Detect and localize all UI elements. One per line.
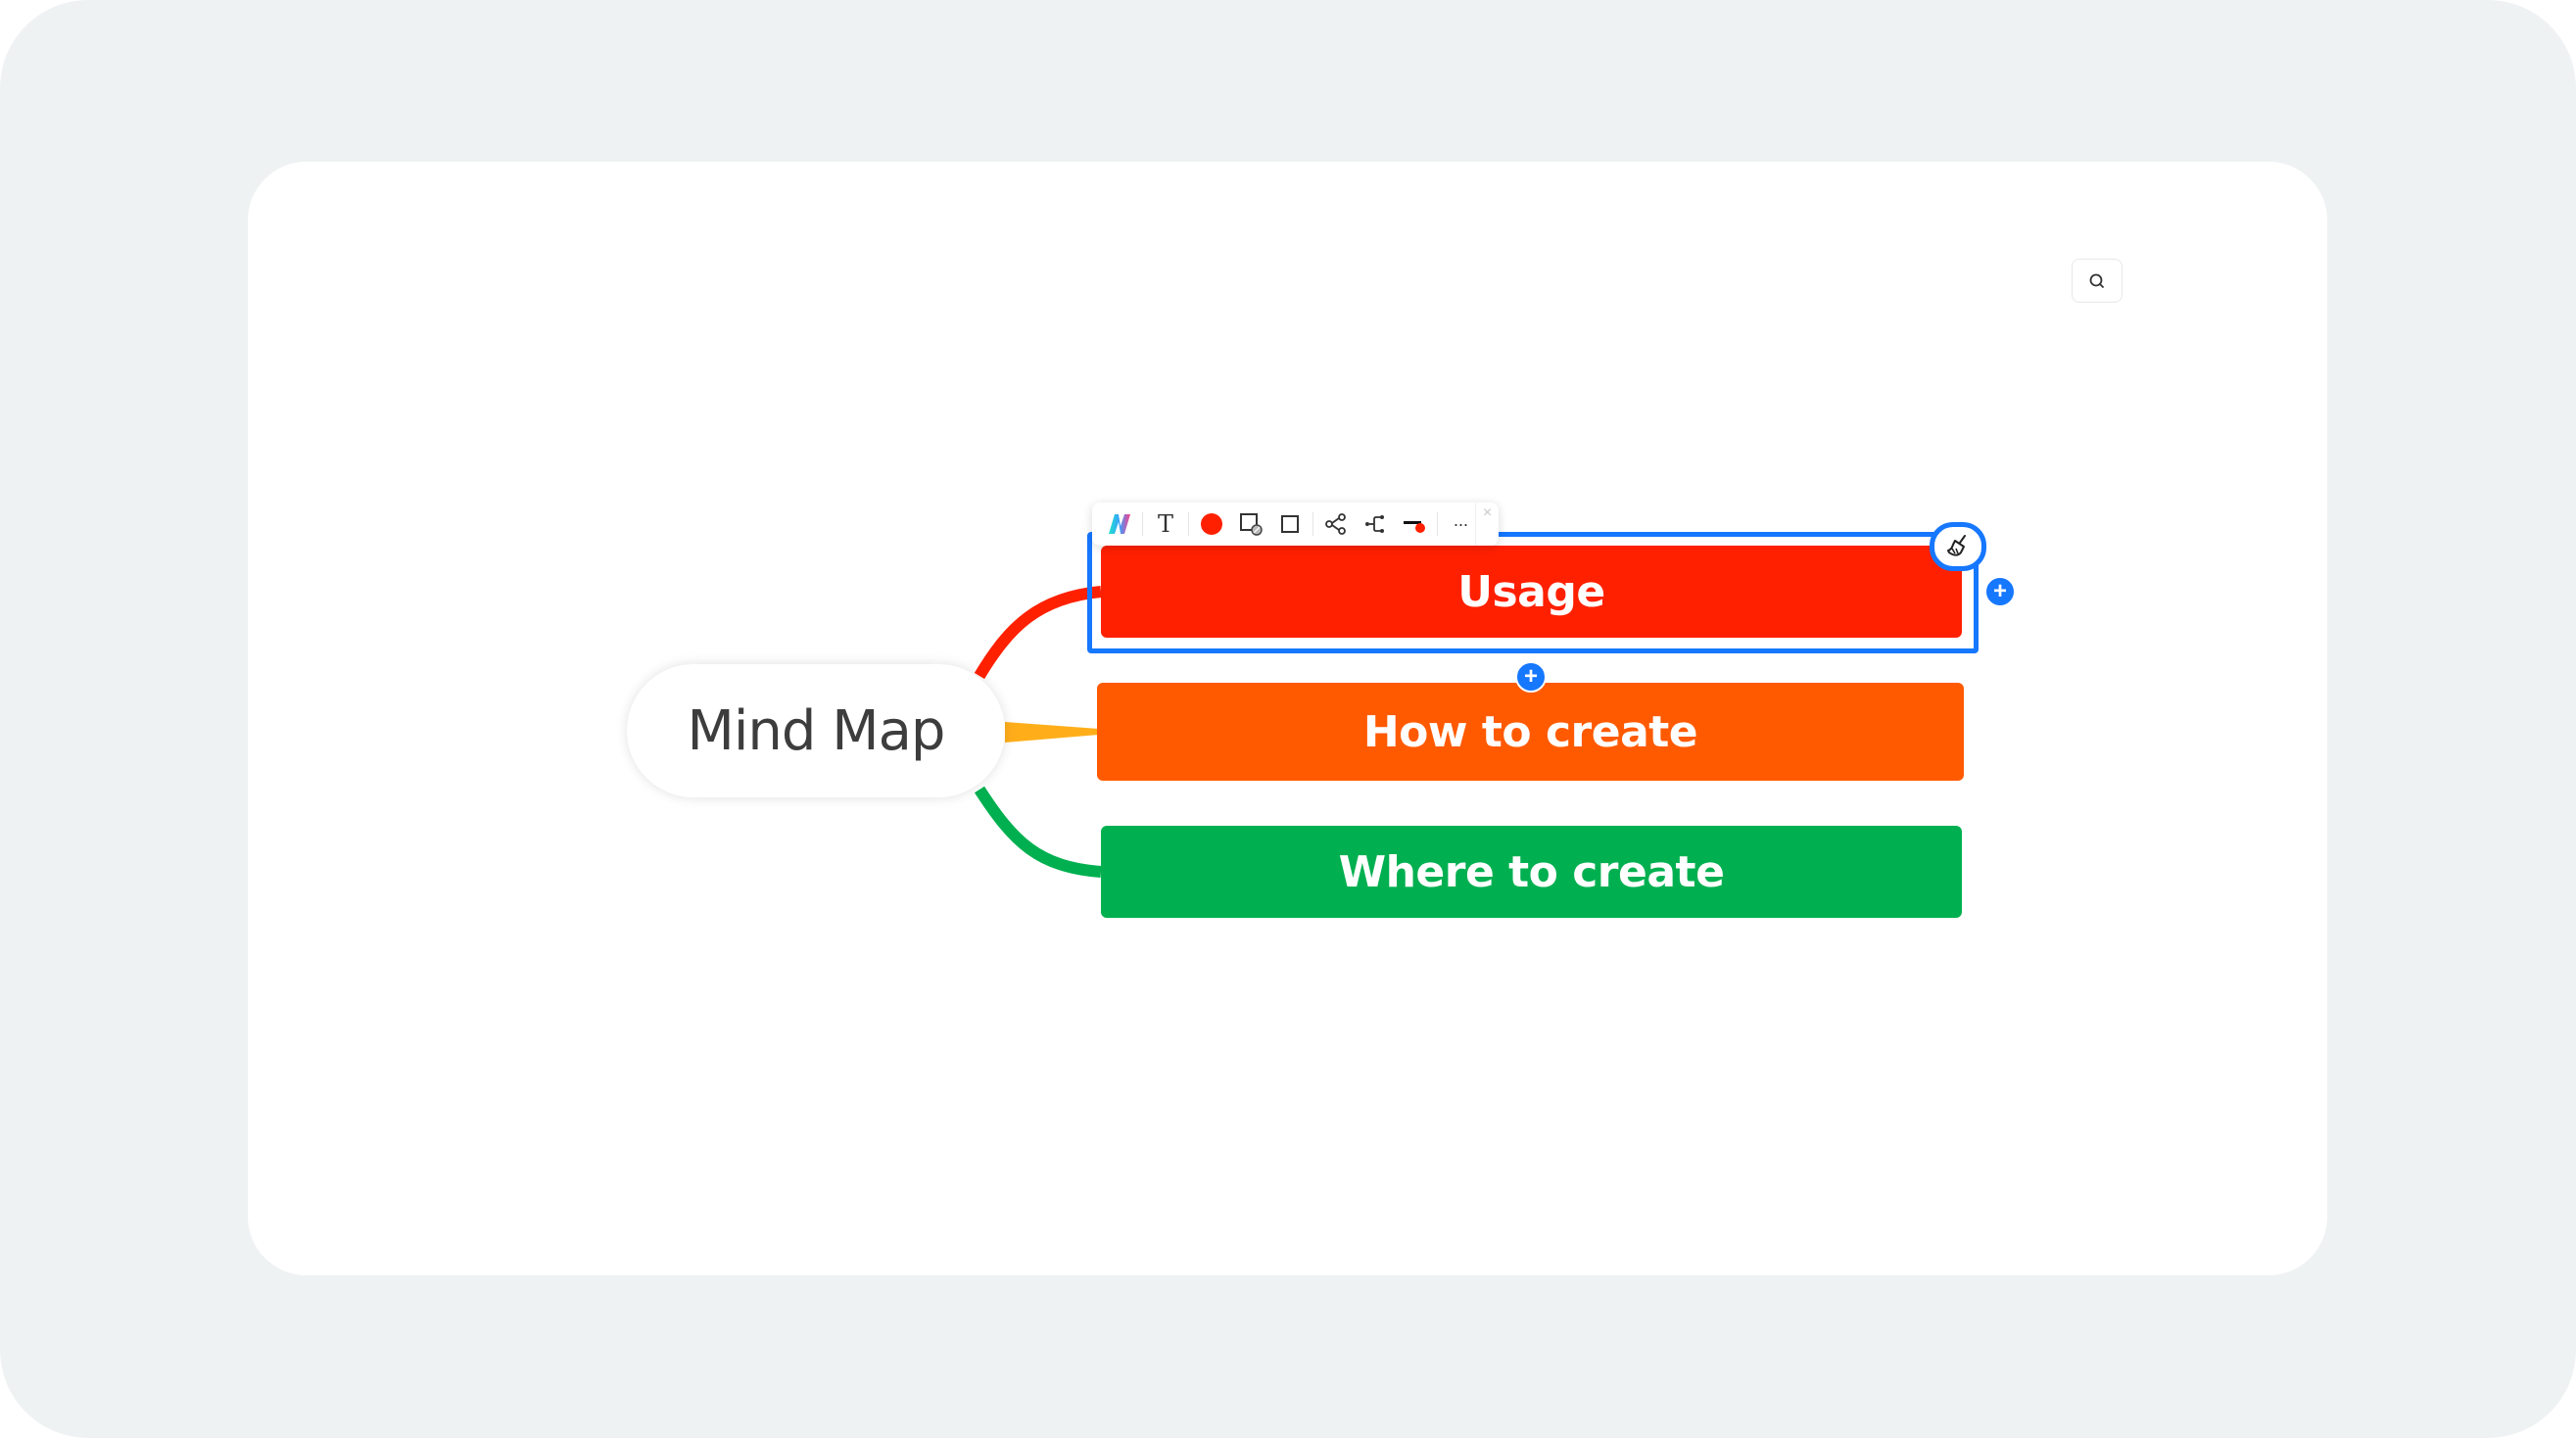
- close-icon: ×: [1482, 504, 1493, 521]
- ai-logo-icon: [1109, 514, 1130, 534]
- clear-style-handle[interactable]: [1930, 522, 1986, 571]
- line-style-icon: [1404, 521, 1425, 533]
- shape-icon: [1281, 515, 1299, 533]
- add-sibling-button[interactable]: +: [1515, 661, 1547, 693]
- plus-icon: +: [1523, 663, 1538, 690]
- border-style-button[interactable]: [1231, 504, 1270, 544]
- toolbar-divider: [1188, 512, 1189, 536]
- plus-icon: +: [1992, 578, 2007, 604]
- fill-color-icon: [1201, 513, 1222, 535]
- layout-structure-icon: [1365, 515, 1384, 533]
- root-node-label: Mind Map: [687, 698, 946, 763]
- layout-structure-button[interactable]: [1356, 504, 1395, 544]
- toolbar-divider: [1437, 512, 1438, 536]
- toolbar-close-button[interactable]: ×: [1475, 503, 1499, 546]
- border-style-icon: [1240, 513, 1263, 536]
- link-how-to-create: [1005, 722, 1099, 743]
- line-style-button[interactable]: [1395, 504, 1434, 544]
- ai-assistant-button[interactable]: [1100, 504, 1139, 544]
- link-usage: [974, 586, 1102, 680]
- selection-outline: [1087, 532, 1979, 653]
- branch-node-where-to-create[interactable]: Where to create: [1101, 826, 1962, 918]
- broom-icon: [1947, 535, 1966, 556]
- text-style-button[interactable]: T: [1146, 504, 1185, 544]
- toolbar-divider: [1312, 512, 1313, 536]
- shape-button[interactable]: [1270, 504, 1310, 544]
- add-child-icon: [1325, 513, 1346, 535]
- root-node[interactable]: Mind Map: [627, 664, 1005, 797]
- text-style-icon: T: [1157, 510, 1173, 538]
- link-where-to-create: [974, 786, 1102, 878]
- more-icon: ···: [1453, 513, 1469, 534]
- branch-node-how-to-create[interactable]: How to create: [1097, 683, 1964, 781]
- toolbar-divider: [1142, 512, 1143, 536]
- fill-color-button[interactable]: [1192, 504, 1231, 544]
- more-options-button[interactable]: ···: [1441, 504, 1480, 544]
- node-toolbar: T ··· ×: [1092, 503, 1499, 546]
- add-child-button[interactable]: +: [1984, 576, 2016, 607]
- add-child-topic-button[interactable]: [1316, 504, 1356, 544]
- branch-node-label: Where to create: [1338, 846, 1725, 897]
- branch-node-label: How to create: [1362, 706, 1698, 757]
